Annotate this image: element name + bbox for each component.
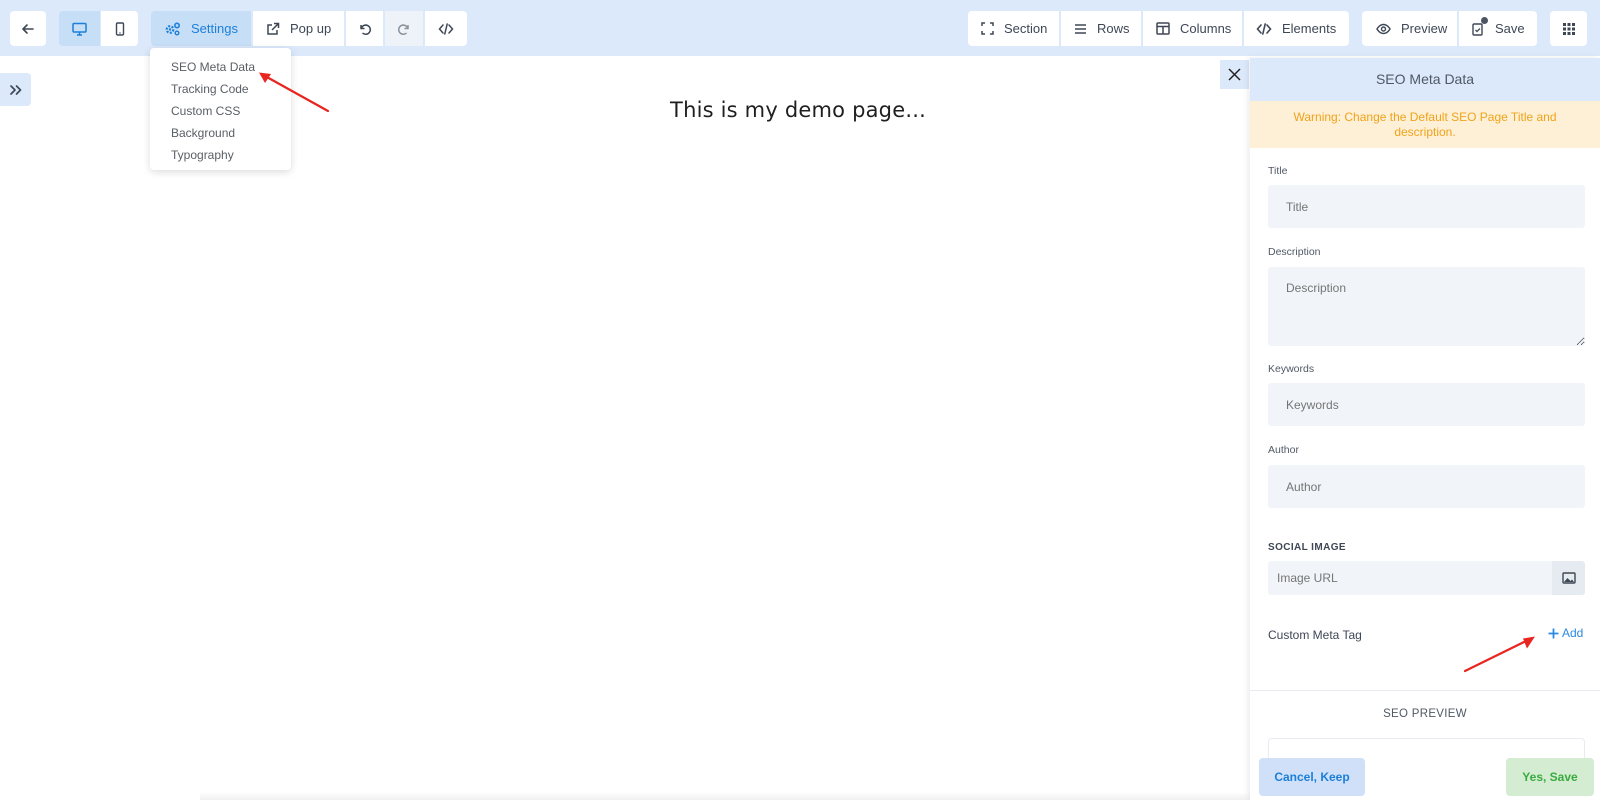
rows-button[interactable]: Rows [1061, 11, 1141, 46]
preview-label: Preview [1401, 21, 1448, 36]
section-label: Section [1004, 21, 1048, 36]
close-icon [1228, 68, 1241, 81]
keywords-input[interactable] [1268, 383, 1585, 426]
save-button[interactable]: Save [1459, 11, 1537, 46]
arrow-left-icon [22, 23, 34, 34]
description-label: Description [1268, 246, 1321, 258]
settings-button[interactable]: Settings [151, 11, 251, 46]
menu-item-tracking-code[interactable]: Tracking Code [150, 78, 291, 100]
cancel-keep-button[interactable]: Cancel, Keep [1259, 758, 1365, 796]
image-icon [1561, 572, 1576, 584]
add-meta-tag-link[interactable]: Add [1548, 626, 1583, 640]
menu-item-seo-meta-data[interactable]: SEO Meta Data [150, 56, 291, 78]
menu-item-typography[interactable]: Typography [150, 144, 291, 166]
image-picker-button[interactable] [1552, 561, 1585, 595]
undo-button[interactable] [346, 11, 383, 46]
popup-label: Pop up [290, 21, 332, 36]
mobile-view-button[interactable] [101, 11, 138, 46]
expand-icon [981, 22, 994, 35]
panel-title: SEO Meta Data [1250, 58, 1600, 101]
preview-button[interactable]: Preview [1362, 11, 1457, 46]
clipboard-save-icon [1472, 22, 1483, 36]
title-input[interactable] [1268, 185, 1585, 228]
redo-button[interactable] [385, 11, 423, 46]
list-icon [1075, 23, 1086, 34]
description-textarea[interactable] [1268, 267, 1585, 346]
seo-preview-heading: SEO PREVIEW [1383, 708, 1467, 720]
popup-button[interactable]: Pop up [253, 11, 344, 46]
social-image-heading: SOCIAL IMAGE [1268, 542, 1346, 553]
yes-save-button[interactable]: Yes, Save [1506, 758, 1594, 796]
apps-menu-button[interactable] [1550, 11, 1587, 46]
section-button[interactable]: Section [968, 11, 1059, 46]
desktop-view-button[interactable] [59, 11, 100, 46]
settings-label: Settings [191, 21, 238, 36]
custom-meta-tag-label: Custom Meta Tag [1268, 628, 1362, 642]
columns-label: Columns [1180, 21, 1232, 36]
image-url-input[interactable] [1268, 561, 1552, 595]
menu-item-background[interactable]: Background [150, 122, 291, 144]
eye-icon [1376, 23, 1391, 34]
keywords-label: Keywords [1268, 363, 1315, 375]
elements-label: Elements [1282, 21, 1337, 36]
redo-icon [397, 23, 409, 35]
save-label: Save [1495, 21, 1525, 36]
back-button[interactable] [10, 11, 46, 46]
elements-button[interactable]: Elements [1244, 11, 1349, 46]
code-icon [1256, 22, 1272, 35]
panel-divider [1250, 690, 1600, 691]
columns-icon [1156, 22, 1170, 35]
columns-button[interactable]: Columns [1143, 11, 1242, 46]
notification-dot [1481, 16, 1488, 24]
add-label: Add [1562, 626, 1584, 640]
author-input[interactable] [1268, 465, 1585, 508]
external-link-icon [267, 22, 280, 35]
demo-page-text[interactable]: This is my demo page... [670, 98, 926, 122]
undo-icon [359, 23, 371, 35]
gears-icon [165, 21, 181, 35]
seo-settings-panel: SEO Meta Data Warning: Change the Defaul… [1250, 58, 1600, 800]
double-chevron-right-icon [9, 84, 21, 95]
panel-close-button[interactable] [1220, 60, 1249, 89]
seo-warning-banner: Warning: Change the Default SEO Page Tit… [1250, 101, 1600, 148]
plus-icon [1548, 628, 1559, 638]
save-icon-wrap [1471, 16, 1488, 36]
code-icon [438, 22, 454, 35]
title-label: Title [1268, 165, 1288, 177]
grid-icon [1562, 22, 1575, 35]
mobile-icon [115, 21, 124, 36]
code-button[interactable] [425, 11, 467, 46]
bottom-shadow [200, 792, 1250, 800]
desktop-icon [72, 22, 87, 36]
rows-label: Rows [1097, 21, 1130, 36]
author-label: Author [1268, 444, 1299, 456]
